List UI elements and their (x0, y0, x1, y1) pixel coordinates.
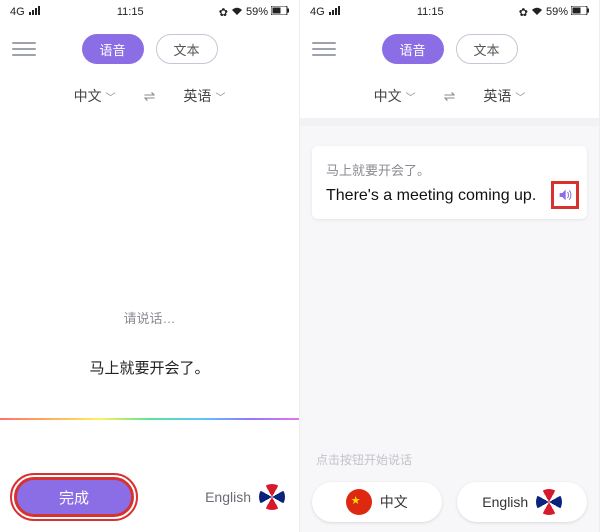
status-bar: 4G 11:15 ✿ 59% (300, 0, 599, 24)
uk-flag-icon (259, 484, 285, 510)
wifi-icon (231, 6, 243, 19)
waveform (0, 418, 299, 420)
signal-label: 4G (310, 6, 325, 18)
signal-label: 4G (10, 6, 25, 18)
language-selector: 中文 ﹀ ⇌ 英语 ﹀ (0, 74, 299, 118)
chevron-down-icon: ﹀ (515, 89, 525, 104)
from-language-label: 中文 (374, 86, 402, 106)
result-panel: 马上就要开会了。 There's a meeting coming up. 点击… (300, 126, 599, 532)
chip-cn-label: 中文 (380, 492, 408, 512)
english-label: English (205, 489, 251, 505)
clock: 11:15 (117, 6, 144, 18)
app-header: 语音 文本 (0, 24, 299, 74)
battery-label: 59% (246, 6, 268, 18)
app-header: 语音 文本 (300, 24, 599, 74)
from-language[interactable]: 中文 ﹀ (374, 86, 416, 106)
english-indicator[interactable]: English (205, 484, 285, 510)
menu-icon[interactable] (12, 37, 36, 61)
signal-icon (28, 6, 42, 19)
from-language[interactable]: 中文 ﹀ (74, 86, 116, 106)
recording-panel: 请说话… 马上就要开会了。 完成 English (0, 118, 299, 532)
screenshot-result: 4G 11:15 ✿ 59% 语音 文本 中文 ﹀ ⇌ (300, 0, 600, 532)
chevron-down-icon: ﹀ (215, 89, 225, 104)
translation-card: 马上就要开会了。 There's a meeting coming up. (312, 146, 587, 219)
dnd-icon: ✿ (219, 6, 228, 19)
clock: 11:15 (417, 6, 444, 18)
tab-voice[interactable]: 语音 (82, 34, 144, 64)
signal-icon (328, 6, 342, 19)
swap-icon[interactable]: ⇌ (444, 88, 456, 105)
source-text: 马上就要开会了。 (326, 160, 575, 179)
recognized-text: 马上就要开会了。 (0, 357, 299, 378)
speaker-icon (557, 187, 573, 203)
battery-icon (571, 6, 589, 18)
wifi-icon (531, 6, 543, 19)
swap-icon[interactable]: ⇌ (144, 88, 156, 105)
speak-prompt: 请说话… (0, 308, 299, 327)
to-language[interactable]: 英语 ﹀ (183, 86, 225, 106)
to-language-label: 英语 (483, 86, 511, 106)
tab-text[interactable]: 文本 (156, 34, 218, 64)
chevron-down-icon: ﹀ (406, 89, 416, 104)
to-language[interactable]: 英语 ﹀ (483, 86, 525, 106)
target-text: There's a meeting coming up. (326, 187, 575, 205)
menu-icon[interactable] (312, 37, 336, 61)
speak-chinese-button[interactable]: 中文 (312, 482, 442, 522)
chevron-down-icon: ﹀ (106, 89, 116, 104)
cn-flag-icon (346, 489, 372, 515)
battery-label: 59% (546, 6, 568, 18)
speak-hint: 点击按钮开始说话 (300, 447, 599, 472)
play-audio-button[interactable] (551, 181, 579, 209)
status-bar: 4G 11:15 ✿ 59% (0, 0, 299, 24)
tab-voice[interactable]: 语音 (382, 34, 444, 64)
voice-language-buttons: 中文 English (300, 472, 599, 532)
from-language-label: 中文 (74, 86, 102, 106)
done-button[interactable]: 完成 (14, 477, 134, 517)
screenshot-recording: 4G 11:15 ✿ 59% 语音 文本 中文 ﹀ ⇌ (0, 0, 300, 532)
chip-en-label: English (482, 494, 528, 510)
uk-flag-icon (536, 489, 562, 515)
battery-icon (271, 6, 289, 18)
language-selector: 中文 ﹀ ⇌ 英语 ﹀ (300, 74, 599, 118)
divider (300, 118, 599, 126)
speak-english-button[interactable]: English (457, 482, 587, 522)
tab-text[interactable]: 文本 (456, 34, 518, 64)
to-language-label: 英语 (183, 86, 211, 106)
dnd-icon: ✿ (519, 6, 528, 19)
